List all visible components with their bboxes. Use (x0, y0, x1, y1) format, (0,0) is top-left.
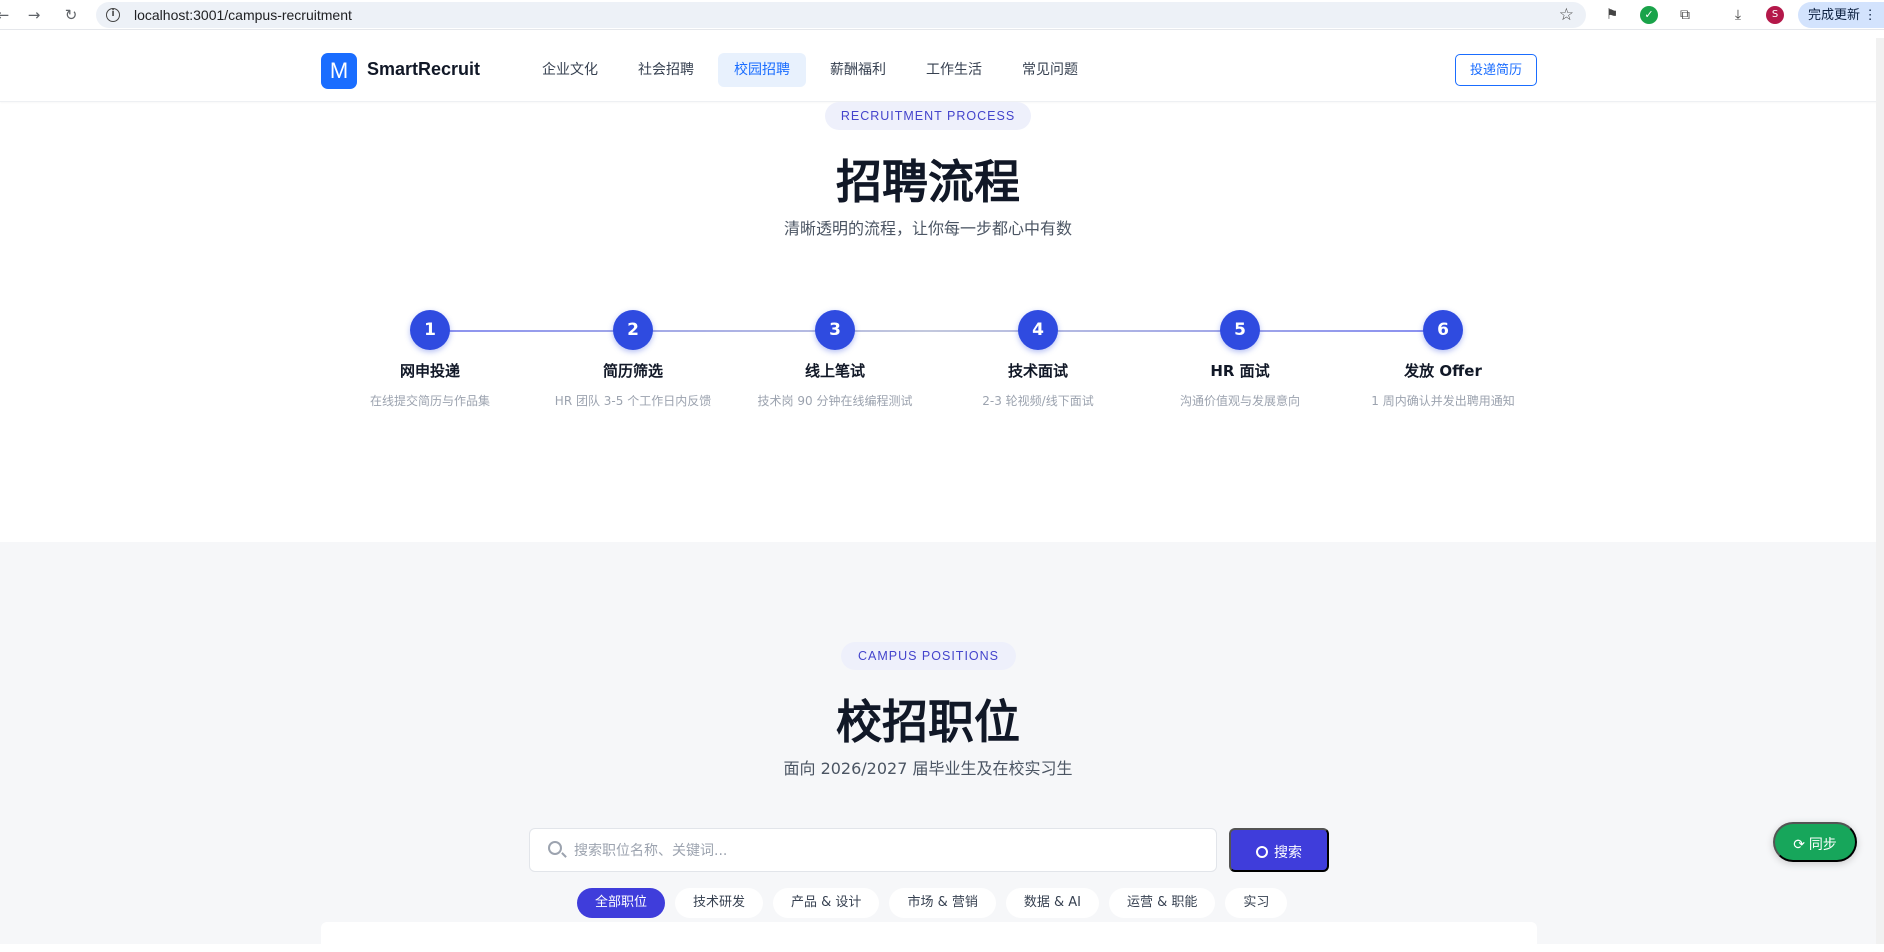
step-name: 技术面试 (1007, 362, 1068, 380)
download-icon[interactable]: ⤓ (1729, 6, 1747, 24)
extension-green-icon[interactable]: ✓ (1640, 6, 1658, 24)
step-number: 6 (1423, 310, 1463, 350)
step-name: 发放 Offer (1404, 362, 1482, 380)
step-6: 6 发放 Offer 1 周内确认并发出聘用通知 (1353, 310, 1533, 409)
extension-icon[interactable]: ⚑ (1603, 6, 1621, 24)
apply-resume-button[interactable]: 投递简历 (1455, 54, 1537, 86)
step-desc: 沟通价值观与发展意向 (1179, 394, 1300, 408)
step-number: 2 (613, 310, 653, 350)
step-desc: 技术岗 90 分钟在线编程测试 (757, 394, 913, 408)
logo[interactable]: M (321, 53, 357, 89)
step-name: 简历筛选 (602, 362, 663, 380)
positions-eyebrow: CAMPUS POSITIONS (841, 642, 1016, 670)
position-search-box (529, 828, 1217, 872)
process-title: 招聘流程 (836, 155, 1020, 209)
step-4: 4 技术面试 2-3 轮视频/线下面试 (948, 310, 1128, 409)
tab-tech[interactable]: 技术研发 (675, 888, 764, 918)
step-desc: HR 团队 3-5 个工作日内反馈 (554, 394, 712, 408)
position-category-tabs: 全部职位 技术研发 产品 & 设计 市场 & 营销 数据 & AI 运营 & 职… (577, 888, 1288, 918)
nav-faq[interactable]: 常见问题 (1006, 53, 1094, 87)
search-button-label: 搜索 (1274, 844, 1302, 860)
step-2: 2 简历筛选 HR 团队 3-5 个工作日内反馈 (543, 310, 723, 409)
site-header: M SmartRecruit 企业文化 社会招聘 校园招聘 薪酬福利 工作生活 … (0, 38, 1884, 102)
position-search-input[interactable] (574, 839, 1174, 863)
tab-internship[interactable]: 实习 (1225, 888, 1288, 918)
nav-social-recruitment[interactable]: 社会招聘 (622, 53, 710, 87)
step-5: 5 HR 面试 沟通价值观与发展意向 (1150, 310, 1330, 409)
nav-culture[interactable]: 企业文化 (526, 53, 614, 87)
positions-section: CAMPUS POSITIONS 校招职位 面向 2026/2027 届毕业生及… (0, 542, 1884, 952)
sync-label: 同步 (1808, 836, 1837, 852)
step-3: 3 线上笔试 技术岗 90 分钟在线编程测试 (745, 310, 925, 409)
step-desc: 2-3 轮视频/线下面试 (982, 394, 1094, 408)
nav-campus-recruitment[interactable]: 校园招聘 (718, 53, 806, 87)
update-label: 完成更新 (1808, 7, 1861, 22)
page-scrollbar[interactable] (1876, 38, 1884, 944)
url-text[interactable]: localhost:3001/campus-recruitment (134, 7, 352, 23)
nav-work-life[interactable]: 工作生活 (910, 53, 998, 87)
step-number: 3 (815, 310, 855, 350)
extensions-puzzle-icon[interactable]: ⧉ (1676, 6, 1694, 24)
step-number: 4 (1018, 310, 1058, 350)
browser-update-button[interactable]: 完成更新 ⋮ (1798, 2, 1884, 28)
process-steps: 1 网申投递 在线提交简历与作品集 2 简历筛选 HR 团队 3-5 个工作日内… (340, 310, 1556, 420)
step-desc: 1 周内确认并发出聘用通知 (1371, 394, 1515, 408)
positions-subtitle: 面向 2026/2027 届毕业生及在校实习生 (783, 759, 1073, 778)
forward-icon[interactable]: → (25, 6, 43, 24)
bookmark-star-icon[interactable]: ☆ (1559, 5, 1574, 25)
step-1: 1 网申投递 在线提交简历与作品集 (340, 310, 520, 409)
address-bar[interactable]: i localhost:3001/campus-recruitment ☆ (96, 2, 1586, 28)
reload-icon[interactable]: ↻ (62, 6, 80, 24)
step-number: 5 (1220, 310, 1260, 350)
step-name: 网申投递 (399, 362, 460, 380)
tab-all[interactable]: 全部职位 (577, 888, 666, 918)
step-name: HR 面试 (1210, 362, 1270, 380)
tab-product-design[interactable]: 产品 & 设计 (773, 888, 880, 918)
step-desc: 在线提交简历与作品集 (369, 394, 490, 408)
step-number: 1 (410, 310, 450, 350)
sync-button[interactable]: ⟳ 同步 (1773, 822, 1857, 862)
positions-title: 校招职位 (836, 695, 1020, 749)
nav-benefits[interactable]: 薪酬福利 (814, 53, 902, 87)
search-icon (1256, 846, 1268, 858)
tab-data-ai[interactable]: 数据 & AI (1005, 888, 1099, 918)
positions-list-card (321, 922, 1537, 952)
main-nav: 企业文化 社会招聘 校园招聘 薪酬福利 工作生活 常见问题 (526, 53, 1094, 87)
process-subtitle: 清晰透明的流程，让你每一步都心中有数 (783, 219, 1072, 238)
back-icon[interactable]: ← (0, 6, 12, 24)
profile-avatar[interactable]: S (1766, 6, 1784, 24)
search-button[interactable]: 搜索 (1229, 828, 1329, 872)
browser-toolbar: ← → ↻ i localhost:3001/campus-recruitmen… (0, 0, 1884, 30)
brand-name[interactable]: SmartRecruit (367, 59, 480, 80)
process-eyebrow: RECRUITMENT PROCESS (825, 102, 1031, 130)
step-name: 线上笔试 (804, 362, 865, 380)
search-icon (548, 841, 562, 855)
tab-operations[interactable]: 运营 & 职能 (1108, 888, 1216, 918)
tab-marketing[interactable]: 市场 & 营销 (889, 888, 996, 918)
site-info-icon[interactable]: i (106, 8, 120, 22)
